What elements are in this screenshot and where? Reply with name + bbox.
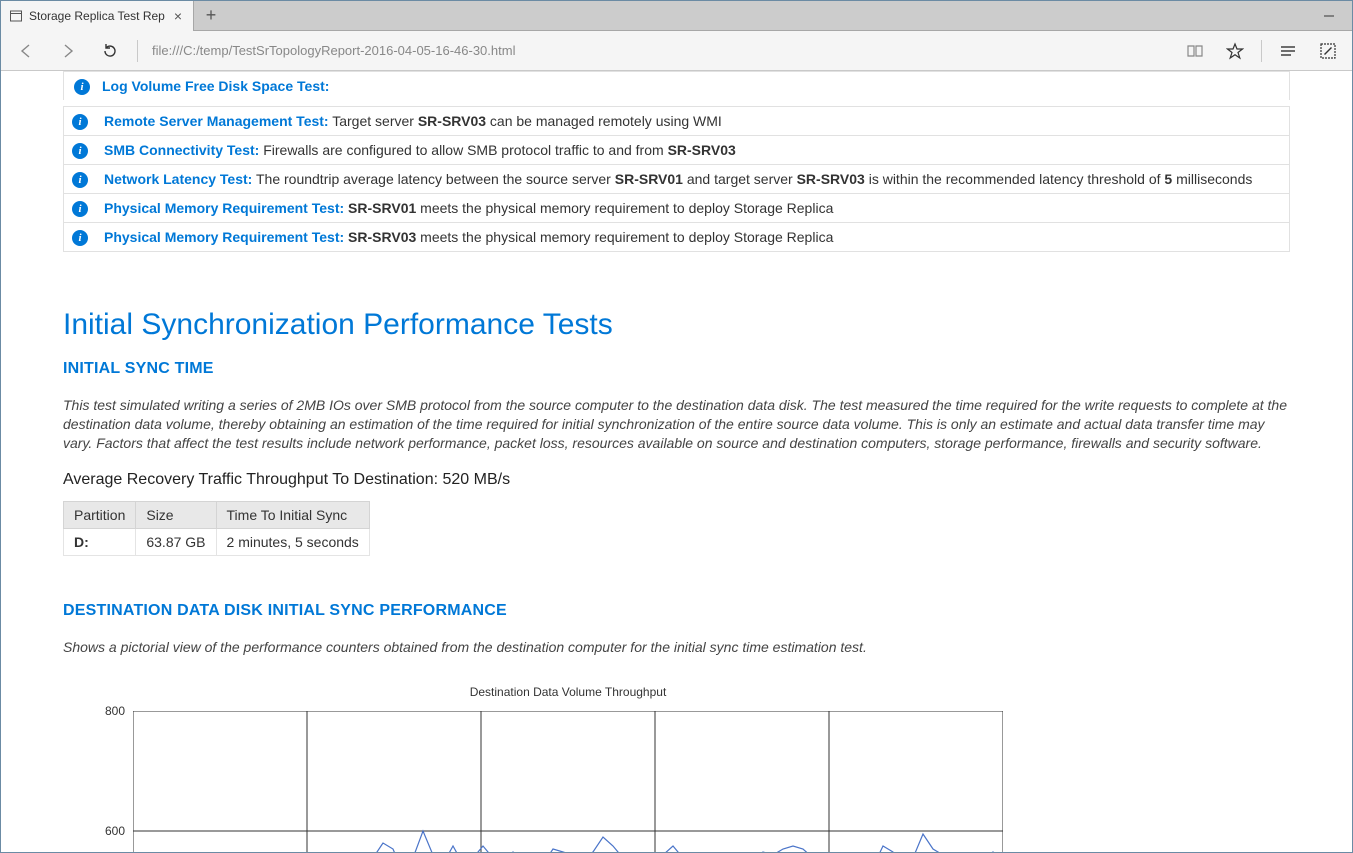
description-text: This test simulated writing a series of … [63,396,1290,453]
page-icon [9,9,23,23]
browser-tab[interactable]: Storage Replica Test Rep × [1,1,194,31]
test-name: Log Volume Free Disk Space Test: [102,78,329,94]
titlebar: Storage Replica Test Rep × + [1,1,1352,31]
back-button[interactable] [7,34,45,68]
col-header: Time To Initial Sync [216,501,369,528]
hub-icon[interactable] [1270,34,1306,68]
table-row: i Physical Memory Requirement Test: SR-S… [64,223,1290,252]
close-tab-icon[interactable]: × [171,8,185,24]
y-tick: 800 [105,704,125,718]
subsection-heading: INITIAL SYNC TIME [63,360,1290,378]
table-row: i Network Latency Test: The roundtrip av… [64,165,1290,194]
chart-svg [133,711,1003,852]
section-heading: Initial Synchronization Performance Test… [63,308,1290,342]
info-icon: i [72,230,88,246]
forward-button[interactable] [49,34,87,68]
table-row: D: 63.87 GB 2 minutes, 5 seconds [64,528,370,555]
requirements-table: i Remote Server Management Test: Target … [63,106,1290,252]
table-row: i Remote Server Management Test: Target … [64,107,1290,136]
info-icon: i [74,79,90,95]
test-name: Physical Memory Requirement Test: [104,200,344,216]
throughput-metric: Average Recovery Traffic Throughput To D… [63,471,1290,489]
col-header: Size [136,501,216,528]
new-tab-button[interactable]: + [194,1,228,30]
chart-title: Destination Data Volume Throughput [133,685,1003,699]
favorite-icon[interactable] [1217,34,1253,68]
toolbar-divider [1261,40,1262,62]
throughput-chart: Destination Data Volume Throughput 800 6… [63,685,1290,852]
address-bar[interactable]: file:///C:/temp/TestSrTopologyReport-201… [146,43,1173,58]
toolbar: file:///C:/temp/TestSrTopologyReport-201… [1,31,1352,71]
table-row: i Physical Memory Requirement Test: SR-S… [64,194,1290,223]
page-content: i Log Volume Free Disk Space Test: i Rem… [1,71,1352,852]
description-text: Shows a pictorial view of the performanc… [63,638,1290,657]
table-row: i SMB Connectivity Test: Firewalls are c… [64,136,1290,165]
col-header: Partition [64,501,136,528]
test-row-cutoff: i Log Volume Free Disk Space Test: [63,71,1290,100]
test-name: Remote Server Management Test: [104,113,329,129]
info-icon: i [72,201,88,217]
test-name: Network Latency Test: [104,171,252,187]
y-tick: 600 [105,824,125,838]
info-icon: i [72,114,88,130]
test-name: SMB Connectivity Test: [104,142,259,158]
info-icon: i [72,143,88,159]
reading-view-icon[interactable] [1177,34,1213,68]
minimize-button[interactable] [1306,1,1352,30]
test-name: Physical Memory Requirement Test: [104,229,344,245]
refresh-button[interactable] [91,34,129,68]
info-icon: i [72,172,88,188]
web-note-icon[interactable] [1310,34,1346,68]
sync-time-table: Partition Size Time To Initial Sync D: 6… [63,501,370,556]
tab-title: Storage Replica Test Rep [29,9,165,23]
toolbar-divider [137,40,138,62]
subsection-heading: DESTINATION DATA DISK INITIAL SYNC PERFO… [63,602,1290,620]
